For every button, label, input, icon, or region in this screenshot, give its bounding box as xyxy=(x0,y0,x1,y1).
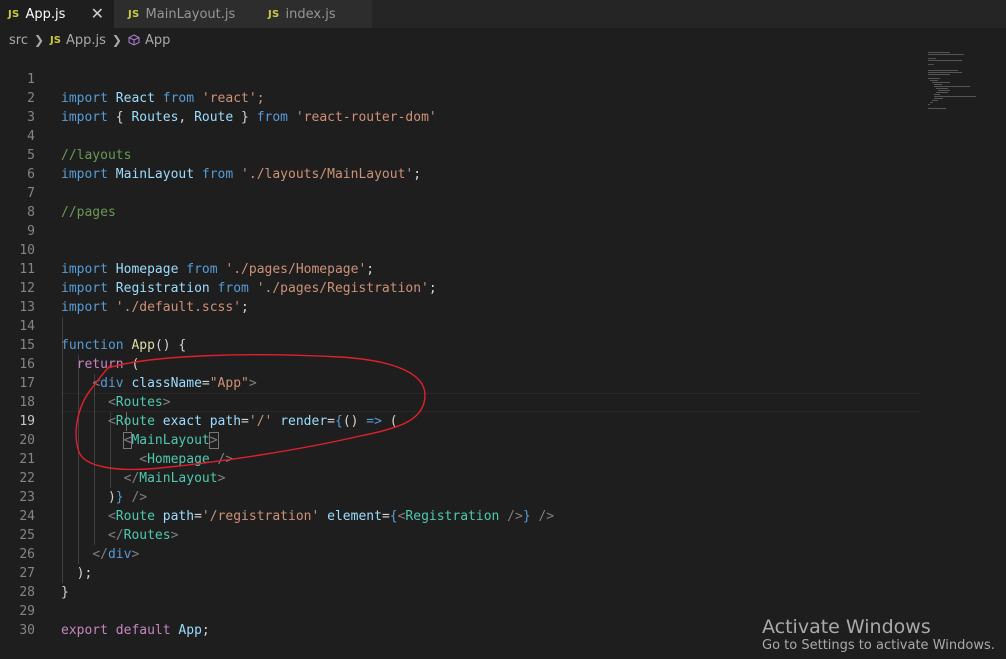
code-line: 5 import MainLayout from './layouts/Main… xyxy=(0,127,920,182)
breadcrumb-symbol[interactable]: App xyxy=(145,33,170,48)
code-line: 7 //pages xyxy=(0,165,920,220)
code-line: 1 import React from 'react'; xyxy=(0,51,920,106)
code-line: 24 </Routes> xyxy=(0,488,920,543)
code-line: 10 import Homepage from './pages/Homepag… xyxy=(0,222,920,277)
token: export xyxy=(61,623,108,638)
js-file-icon: JS xyxy=(128,8,140,20)
js-file-icon: JS xyxy=(268,8,280,20)
code-line: 29 export default App; xyxy=(0,583,920,638)
code-line: 9 xyxy=(0,203,920,239)
js-file-icon: JS xyxy=(8,8,20,20)
tab-label: App.js xyxy=(25,6,66,22)
breadcrumb-folder[interactable]: src xyxy=(9,33,28,48)
breadcrumb-file[interactable]: App.js xyxy=(66,33,106,48)
code-line: 27 } xyxy=(0,545,920,600)
code-line: 2 import { Routes, Route } from 'react-r… xyxy=(0,70,920,125)
code-line: 25 </div> xyxy=(0,507,920,562)
token: ; xyxy=(201,623,210,638)
js-file-icon: JS xyxy=(50,34,61,46)
code-line: 8 xyxy=(0,184,920,220)
code-line: 15 return ( xyxy=(0,317,920,372)
code-editor[interactable]: 1 import React from 'react'; 2 import { … xyxy=(0,51,1006,648)
chevron-right-icon: ❯ xyxy=(111,33,122,47)
tab-bar: JS App.js ✕ JS MainLayout.js JS index.js xyxy=(0,0,1006,28)
token: default xyxy=(115,623,171,638)
breadcrumb: src ❯ JS App.js ❯ App xyxy=(0,28,1006,52)
code-line: 12 import './default.scss'; xyxy=(0,260,920,315)
code-line: 18 <Route exact path='/' render={() => ( xyxy=(0,374,920,429)
code-line: 14 function App() { xyxy=(0,298,920,353)
tab-label: MainLayout.js xyxy=(145,6,236,22)
activate-windows-subtitle: Go to Settings to activate Windows. xyxy=(762,638,995,653)
symbol-class-icon xyxy=(128,34,140,46)
tab-app-js[interactable]: JS App.js ✕ xyxy=(0,0,114,28)
code-line: 4 //layouts xyxy=(0,108,920,163)
code-line: 13 xyxy=(0,279,920,315)
close-icon[interactable]: ✕ xyxy=(91,4,104,23)
code-line: 16 <div className="App"> xyxy=(0,336,920,391)
tab-mainlayout-js[interactable]: JS MainLayout.js xyxy=(114,0,254,28)
code-line: 19 <MainLayout> xyxy=(0,393,920,449)
code-line: 3 xyxy=(0,89,920,125)
code-line: 21 </MainLayout> xyxy=(0,431,920,486)
code-line: 22 )} /> xyxy=(0,450,920,505)
tab-label: index.js xyxy=(285,6,336,22)
code-line: 20 <Homepage /> xyxy=(0,412,920,467)
tab-index-js[interactable]: JS index.js xyxy=(254,0,372,28)
code-line: 6 xyxy=(0,146,920,182)
code-line: 17 <Routes> xyxy=(0,355,920,410)
code-line: 26 ); xyxy=(0,526,920,581)
code-line: 11 import Registration from './pages/Reg… xyxy=(0,241,920,296)
token: App xyxy=(178,623,202,638)
line-number: 30 xyxy=(19,623,35,638)
code-line: 23 <Route path='/registration' element={… xyxy=(0,469,920,524)
activate-windows-title: Activate Windows xyxy=(762,616,931,638)
code-line: 28 xyxy=(0,564,920,600)
chevron-right-icon: ❯ xyxy=(33,33,45,47)
minimap[interactable] xyxy=(926,52,1006,132)
